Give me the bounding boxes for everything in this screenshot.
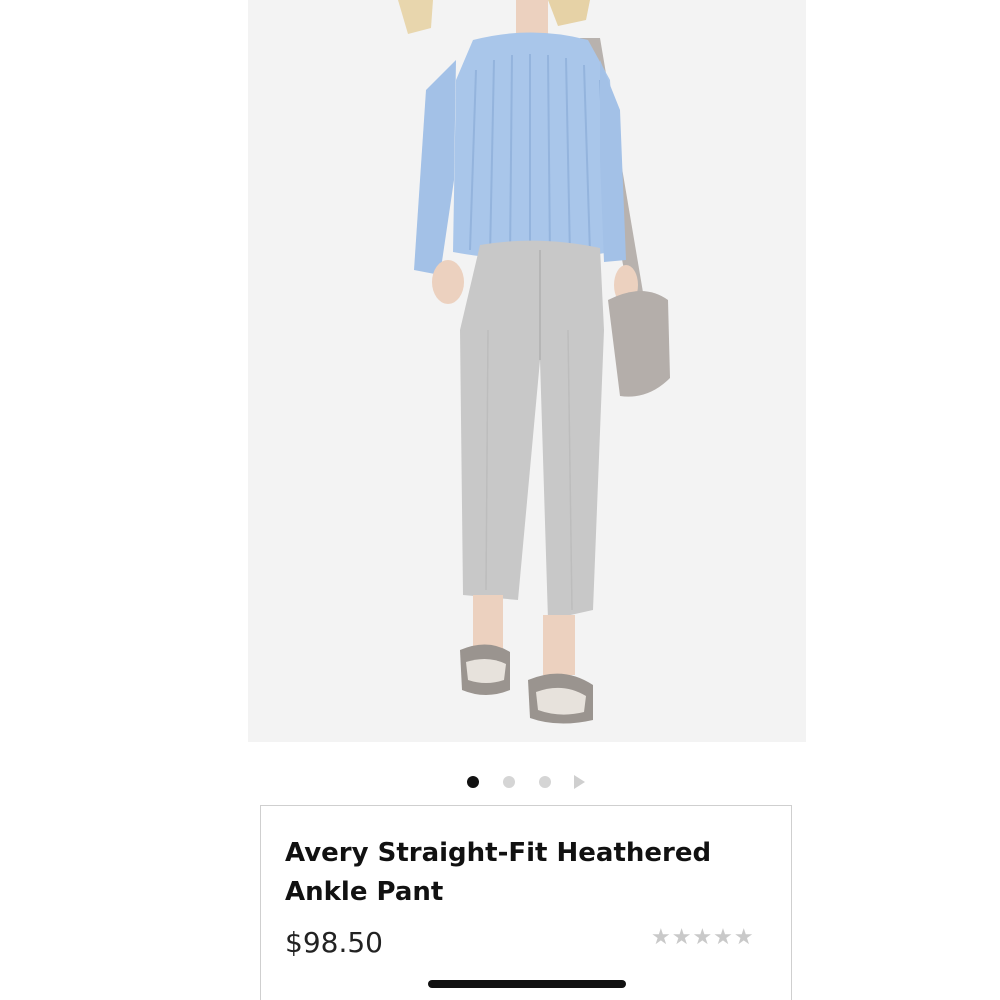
product-photo-illustration bbox=[248, 0, 806, 742]
rating-stars-icon[interactable]: ★★★★★ bbox=[651, 924, 755, 950]
carousel-dot-3[interactable] bbox=[539, 776, 551, 788]
carousel-dot-2[interactable] bbox=[503, 776, 515, 788]
image-carousel-indicators bbox=[0, 772, 1000, 792]
carousel-dot-1[interactable] bbox=[467, 776, 479, 788]
product-detail-screen: Avery Straight-Fit Heathered Ankle Pant … bbox=[0, 0, 1000, 1000]
product-info-card: Avery Straight-Fit Heathered Ankle Pant … bbox=[260, 805, 792, 1000]
play-arrow-icon[interactable] bbox=[574, 775, 585, 789]
product-image[interactable] bbox=[248, 0, 806, 742]
home-indicator[interactable] bbox=[428, 980, 626, 988]
product-price: $98.50 bbox=[285, 926, 383, 959]
product-title: Avery Straight-Fit Heathered Ankle Pant bbox=[285, 838, 712, 907]
